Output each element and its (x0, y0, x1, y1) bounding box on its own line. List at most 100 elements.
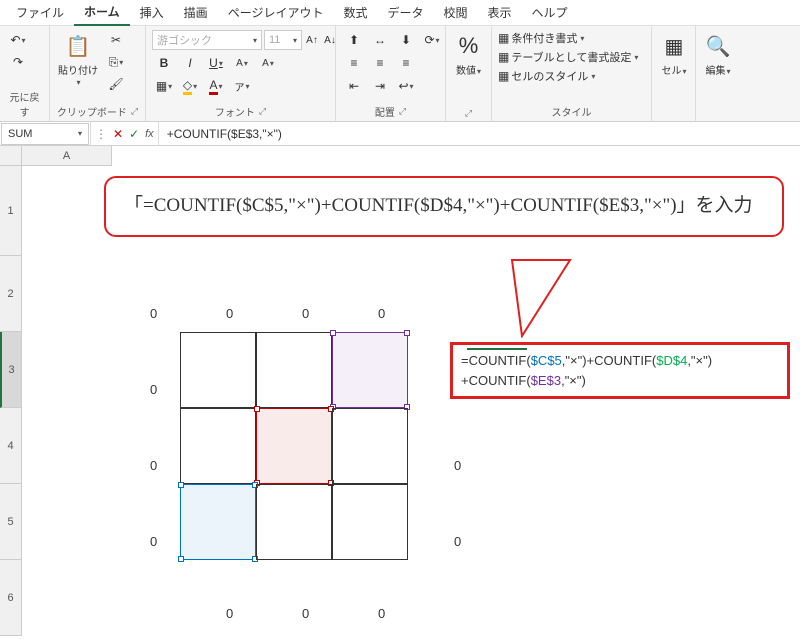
ribbon: ↶▾ ↷ 元に戻す 📋 貼り付け▾ ✂ ⎘▾ 🖌 クリップボード ⤢ 游ゴシック▾… (0, 26, 800, 122)
group-undo-label: 元に戻す (6, 87, 43, 119)
wrap-text-button[interactable]: ↩▾ (394, 76, 418, 96)
align-center-button[interactable]: ≡ (368, 53, 392, 73)
increase-font-button[interactable]: A↑ (304, 30, 320, 50)
enter-formula-button[interactable]: ✓ (129, 127, 139, 141)
cell-b2: 0 (150, 306, 157, 321)
worksheet[interactable]: A 1 2 3 4 5 6 0 0 0 0 0 0 0 0 0 0 0 0 「=… (0, 146, 800, 639)
number-launcher[interactable]: ⤢ (465, 108, 472, 119)
cell-d3 (256, 332, 332, 408)
align-middle-button[interactable]: ↔ (368, 30, 392, 50)
tab-file[interactable]: ファイル (6, 0, 74, 25)
cell-f5: 0 (454, 534, 461, 549)
name-box[interactable]: SUM▾ (1, 123, 89, 145)
font-name-select[interactable]: 游ゴシック▾ (152, 30, 262, 50)
cell-c6: 0 (226, 606, 233, 621)
percent-icon: % (455, 32, 483, 60)
cells-button[interactable]: ▦ セル▾ (658, 30, 690, 79)
namebox-dropdown[interactable]: ⋮ (95, 127, 107, 141)
tab-insert[interactable]: 挿入 (130, 0, 174, 25)
phonetic-button[interactable]: ア▾ (230, 76, 254, 96)
copy-button[interactable]: ⎘▾ (104, 52, 128, 72)
row-header-3[interactable]: 3 (0, 332, 22, 408)
font-size-select[interactable]: 11▾ (264, 30, 302, 50)
font-launcher[interactable]: ⤢ (259, 106, 266, 117)
conditional-format-button[interactable]: ▦条件付き書式▾ (498, 30, 584, 46)
cell-c2: 0 (226, 306, 233, 321)
cell-b5: 0 (150, 534, 157, 549)
orientation-button[interactable]: ⟳▾ (420, 30, 444, 50)
edit-part-2c: ,"×") (561, 373, 586, 388)
cond-format-icon: ▦ (498, 31, 509, 45)
group-font-label: フォント (215, 104, 255, 119)
col-header-A[interactable]: A (22, 146, 112, 166)
cell-styles-button[interactable]: ▦セルのスタイル▾ (498, 68, 595, 84)
cell-e5 (332, 484, 408, 560)
format-as-table-button[interactable]: ▦テーブルとして書式設定▾ (498, 49, 638, 65)
edit-part-2a: +COUNTIF( (461, 373, 531, 388)
cell-b3: 0 (150, 382, 157, 397)
border-button[interactable]: ▦▾ (152, 76, 176, 96)
group-align-label: 配置 (375, 104, 395, 119)
cut-button[interactable]: ✂ (104, 30, 128, 50)
callout-tail-icon (510, 258, 590, 338)
paste-icon: 📋 (64, 32, 92, 60)
paste-button[interactable]: 📋 貼り付け▾ (56, 30, 100, 90)
tab-formulas[interactable]: 数式 (333, 0, 377, 25)
formula-edit-cell[interactable]: =COUNTIF($C$5,"×")+COUNTIF($D$4,"×") +CO… (450, 342, 790, 399)
cell-d4-highlight (256, 408, 332, 484)
row-header-6[interactable]: 6 (0, 560, 22, 636)
menu-bar: ファイル ホーム 挿入 描画 ページレイアウト 数式 データ 校閲 表示 ヘルプ (0, 0, 800, 26)
group-clipboard-label: クリップボード (57, 104, 127, 119)
redo-button[interactable]: ↷ (6, 52, 30, 72)
row-header-4[interactable]: 4 (0, 408, 22, 484)
ruby2-button[interactable]: A▾ (256, 53, 280, 73)
align-left-button[interactable]: ≡ (342, 53, 366, 73)
editing-icon: 🔍 (704, 32, 732, 60)
tab-data[interactable]: データ (377, 0, 433, 25)
align-top-button[interactable]: ⬆ (342, 30, 366, 50)
increase-indent-button[interactable]: ⇥ (368, 76, 392, 96)
ruby-button[interactable]: A▾ (230, 53, 254, 73)
edit-part-1c: ,"×")+COUNTIF( (562, 353, 656, 368)
align-right-button[interactable]: ≡ (394, 53, 418, 73)
cell-e2: 0 (378, 306, 385, 321)
cell-d6: 0 (302, 606, 309, 621)
tab-review[interactable]: 校閲 (433, 0, 477, 25)
tab-draw[interactable]: 描画 (174, 0, 218, 25)
cell-c5-highlight (180, 484, 256, 560)
cell-style-icon: ▦ (498, 69, 509, 83)
cell-f4: 0 (454, 458, 461, 473)
underline-button[interactable]: U▾ (204, 53, 228, 73)
tab-view[interactable]: 表示 (478, 0, 522, 25)
edit-ref-c5: $C$5 (531, 353, 562, 368)
cancel-formula-button[interactable]: ✕ (113, 127, 123, 141)
align-bottom-button[interactable]: ⬇ (394, 30, 418, 50)
number-format-button[interactable]: % 数値▾ (452, 30, 485, 79)
fill-color-button[interactable]: ◇▾ (178, 76, 202, 96)
italic-button[interactable]: I (178, 53, 202, 73)
decrease-indent-button[interactable]: ⇤ (342, 76, 366, 96)
tab-home[interactable]: ホーム (74, 0, 130, 26)
align-launcher[interactable]: ⤢ (399, 106, 406, 117)
clipboard-launcher[interactable]: ⤢ (131, 106, 138, 117)
font-color-button[interactable]: A▾ (204, 76, 228, 96)
edit-part-1e: ,"×") (687, 353, 712, 368)
format-painter-button[interactable]: 🖌 (104, 74, 128, 94)
formula-input[interactable]: +COUNTIF($E$3,"×") (159, 127, 800, 141)
edit-ref-d4: $D$4 (656, 353, 687, 368)
fx-button[interactable]: fx (145, 128, 154, 140)
editing-button[interactable]: 🔍 編集▾ (702, 30, 734, 79)
group-styles-label: スタイル (498, 102, 645, 119)
bold-button[interactable]: B (152, 53, 176, 73)
instruction-callout: 「=COUNTIF($C$5,"×")+COUNTIF($D$4,"×")+CO… (104, 176, 784, 237)
row-header-1[interactable]: 1 (0, 166, 22, 256)
row-header-5[interactable]: 5 (0, 484, 22, 560)
tab-help[interactable]: ヘルプ (522, 0, 578, 25)
row-header-2[interactable]: 2 (0, 256, 22, 332)
cell-e4 (332, 408, 408, 484)
formula-bar: SUM▾ ⋮ ✕ ✓ fx +COUNTIF($E$3,"×") (0, 122, 800, 146)
select-all-corner[interactable] (0, 146, 22, 166)
tab-pagelayout[interactable]: ページレイアウト (218, 0, 334, 25)
cell-c4 (180, 408, 256, 484)
undo-button[interactable]: ↶▾ (6, 30, 30, 50)
